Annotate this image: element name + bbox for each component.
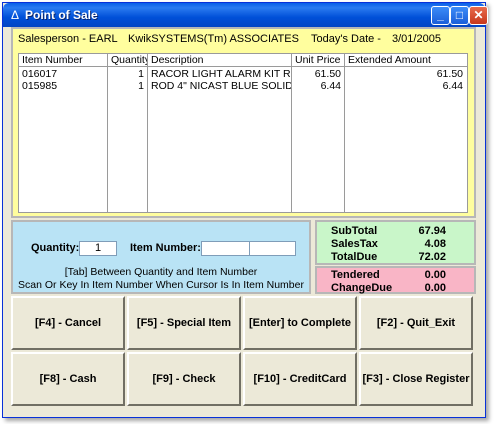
total-due-value: 72.02 bbox=[418, 251, 446, 263]
column-header-item-number[interactable]: Item Number bbox=[19, 54, 108, 67]
description-cell: ROD 4" NICAST BLUE SOLID bbox=[151, 80, 291, 92]
change-due-label: ChangeDue bbox=[331, 282, 393, 294]
sales-tax-label: SalesTax bbox=[331, 238, 378, 250]
quit-exit-button[interactable]: [F2] - Quit_Exit bbox=[359, 296, 473, 350]
extended-amount-cell: 6.44 bbox=[442, 80, 463, 92]
pos-window: Δ Point of Sale _ □ ✕ Salesperson - EARL… bbox=[2, 2, 488, 418]
unit-price-cell: 61.50 bbox=[314, 68, 341, 80]
hint-tab: [Tab] Between Quantity and Item Number bbox=[64, 266, 258, 278]
check-button[interactable]: [F9] - Check bbox=[127, 352, 241, 406]
date-label: Today's Date - bbox=[311, 33, 381, 45]
quantity-cell: 1 bbox=[138, 80, 144, 92]
quantity-input[interactable]: 1 bbox=[79, 241, 117, 256]
quantity-cell: 1 bbox=[138, 68, 144, 80]
special-item-button[interactable]: [F5] - Special Item bbox=[127, 296, 241, 350]
column-header-unit-price[interactable]: Unit Price bbox=[292, 54, 345, 67]
unit-price-cell: 6.44 bbox=[320, 80, 341, 92]
extended-amount-cell: 61.50 bbox=[436, 68, 463, 80]
column-header-extended-amount[interactable]: Extended Amount bbox=[345, 54, 467, 67]
complete-button[interactable]: [Enter] to Complete bbox=[243, 296, 357, 350]
tender-panel: Tendered 0.00 ChangeDue 0.00 bbox=[315, 266, 476, 294]
item-number-separator bbox=[249, 242, 250, 255]
app-icon: Δ bbox=[10, 8, 19, 22]
salesperson-label: Salesperson - EARL bbox=[18, 33, 118, 45]
change-due-value: 0.00 bbox=[424, 282, 446, 294]
credit-card-button[interactable]: [F10] - CreditCard bbox=[243, 352, 357, 406]
tendered-label: Tendered bbox=[331, 269, 380, 281]
entry-panel: Quantity: 1 Item Number: [Tab] Between Q… bbox=[11, 220, 311, 294]
item-number-cell: 016017 bbox=[22, 68, 58, 80]
title-bar[interactable]: Δ Point of Sale _ □ ✕ bbox=[3, 3, 488, 27]
cash-button[interactable]: [F8] - Cash bbox=[11, 352, 125, 406]
column-divider bbox=[344, 67, 345, 212]
column-header-description[interactable]: Description bbox=[148, 54, 292, 67]
sale-panel: Salesperson - EARL KwikSYSTEMS(Tm) ASSOC… bbox=[11, 27, 476, 218]
tendered-value: 0.00 bbox=[424, 269, 446, 281]
subtotal-value: 67.94 bbox=[418, 225, 446, 237]
subtotal-label: SubTotal bbox=[331, 225, 378, 237]
date-value: 3/01/2005 bbox=[392, 33, 441, 45]
hint-scan: Scan Or Key In Item Number When Cursor I… bbox=[18, 279, 304, 291]
description-cell: RACOR LIGHT ALARM KIT RK20 bbox=[151, 68, 291, 80]
items-grid[interactable]: Item Number Quantity Description Unit Pr… bbox=[18, 53, 468, 213]
close-register-button[interactable]: [F3] - Close Register bbox=[359, 352, 473, 406]
sales-tax-value: 4.08 bbox=[424, 238, 446, 250]
total-due-label: TotalDue bbox=[331, 251, 378, 263]
minimize-button[interactable]: _ bbox=[431, 6, 450, 25]
item-number-cell: 015985 bbox=[22, 80, 58, 92]
item-number-label: Item Number: bbox=[130, 242, 201, 254]
window-title: Point of Sale bbox=[25, 8, 98, 22]
quantity-label: Quantity: bbox=[31, 242, 80, 254]
column-divider bbox=[291, 67, 292, 212]
maximize-button[interactable]: □ bbox=[450, 6, 469, 25]
column-header-quantity[interactable]: Quantity bbox=[108, 54, 148, 67]
company-name: KwikSYSTEMS(Tm) ASSOCIATES bbox=[128, 33, 299, 45]
totals-panel: SubTotal 67.94 SalesTax 4.08 TotalDue 72… bbox=[315, 220, 476, 265]
column-divider bbox=[147, 67, 148, 212]
cancel-button[interactable]: [F4] - Cancel bbox=[11, 296, 125, 350]
close-button[interactable]: ✕ bbox=[469, 6, 488, 25]
